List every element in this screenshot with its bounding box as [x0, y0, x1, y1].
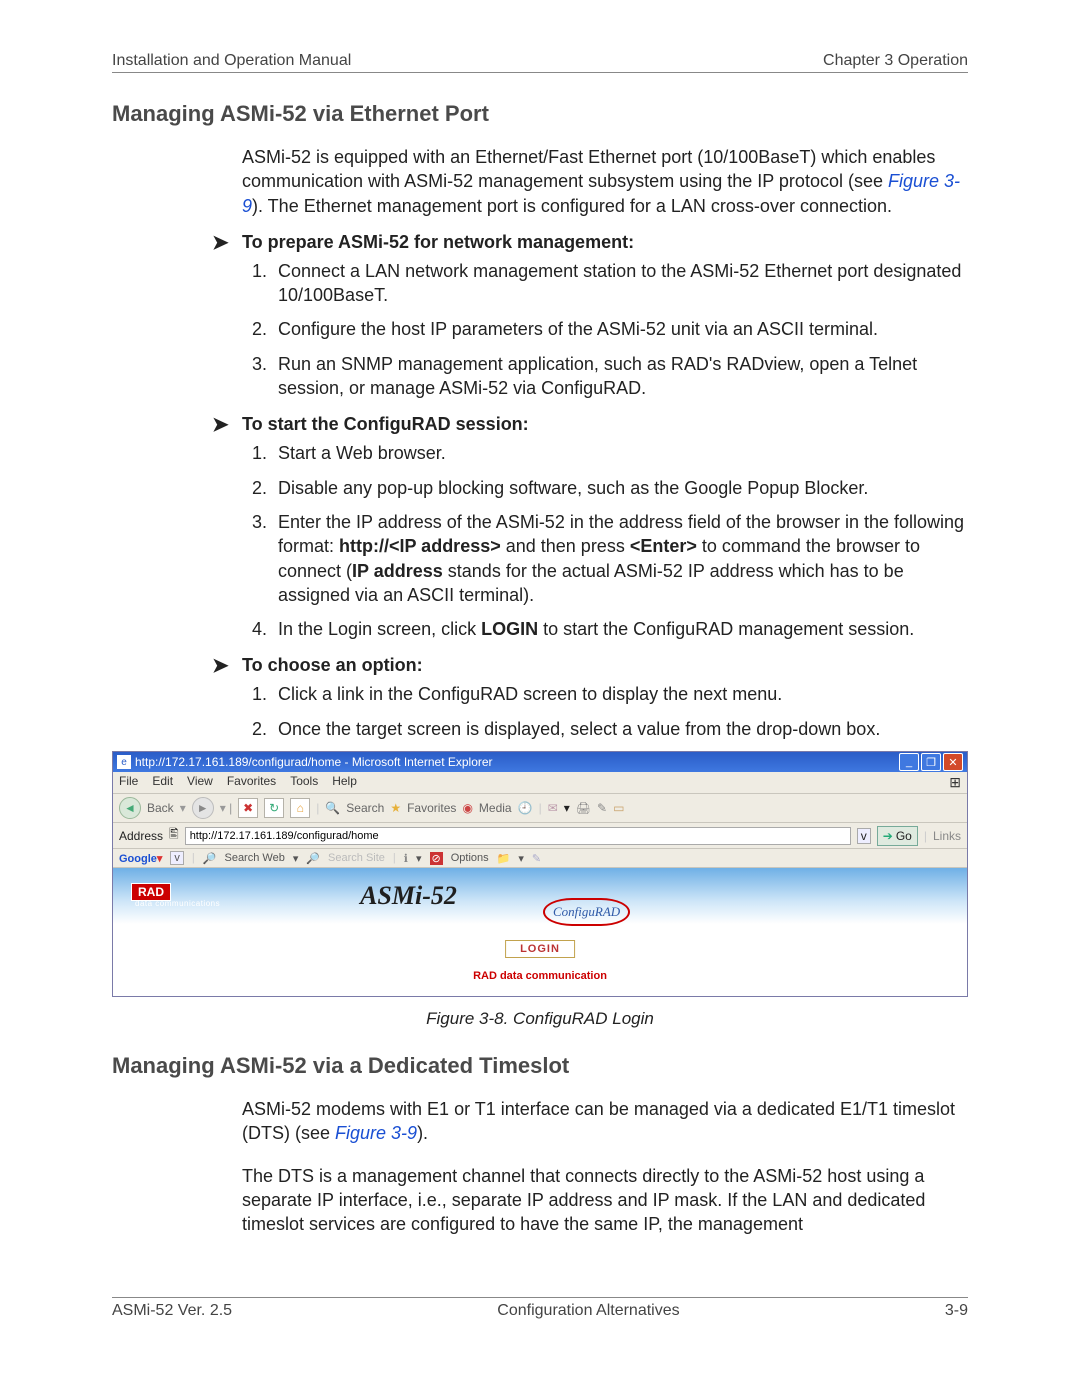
address-input[interactable]	[185, 827, 851, 845]
google-logo[interactable]: Google▾	[119, 852, 162, 865]
history-icon[interactable]: 🕘	[518, 801, 533, 815]
proc1-step: Configure the host IP parameters of the …	[272, 317, 968, 341]
search-web-icon[interactable]: 🔎	[203, 852, 217, 865]
figure-link-3-9b[interactable]: Figure 3-9	[335, 1123, 417, 1143]
media-label[interactable]: Media	[479, 801, 512, 815]
proc2-step: Enter the IP address of the ASMi-52 in t…	[272, 510, 968, 607]
print-icon[interactable]: 🖨	[576, 801, 591, 815]
mail-icon[interactable]: ✉	[548, 801, 558, 815]
section2-p2: The DTS is a management channel that con…	[242, 1164, 968, 1237]
folder-icon[interactable]: 📁	[497, 852, 511, 865]
home-button[interactable]: ⌂	[290, 798, 310, 818]
search-web-label[interactable]: Search Web	[224, 852, 284, 864]
menu-help[interactable]: Help	[332, 774, 357, 791]
options-label[interactable]: Options	[451, 852, 489, 864]
edit-icon[interactable]: ✎	[597, 801, 607, 815]
go-button[interactable]: ➔Go	[877, 826, 918, 846]
media-icon[interactable]: ◉	[462, 801, 472, 815]
ie-page-icon: e	[117, 755, 131, 769]
google-search-dropdown[interactable]: v	[170, 851, 184, 865]
header-left: Installation and Operation Manual	[112, 52, 351, 70]
proc3-step: Click a link in the ConfiguRAD screen to…	[272, 682, 968, 706]
forward-button[interactable]: ►	[192, 797, 214, 819]
proc2-step: In the Login screen, click LOGIN to star…	[272, 617, 968, 641]
proc2-title: To start the ConfiguRAD session:	[242, 414, 529, 435]
ie-toolbar: ◄ Back ▾ ► ▾ | ✖ ↻ ⌂ | 🔍 Search ★ Favori…	[113, 794, 967, 823]
page-content: RAD data communications ASMi-52 ConfiguR…	[113, 868, 967, 996]
menu-tools[interactable]: Tools	[290, 774, 318, 791]
footer-left: ASMi-52 Ver. 2.5	[112, 1302, 232, 1320]
rad-sublabel: data communications	[135, 899, 220, 908]
address-dropdown-icon[interactable]: v	[857, 828, 871, 844]
proc2-step: Start a Web browser.	[272, 441, 968, 465]
search-icon[interactable]: 🔍	[325, 801, 340, 815]
google-toolbar: Google▾ v | 🔎 Search Web ▾ 🔎 Search Site…	[113, 849, 967, 868]
favorites-label[interactable]: Favorites	[407, 801, 456, 815]
configurad-label: ConfiguRAD	[543, 898, 630, 926]
section2-title: Managing ASMi-52 via a Dedicated Timeslo…	[112, 1053, 968, 1079]
address-label: Address	[119, 829, 163, 843]
proc3-step: Once the target screen is displayed, sel…	[272, 717, 968, 741]
favorites-icon[interactable]: ★	[390, 801, 401, 815]
login-button[interactable]: LOGIN	[505, 940, 575, 958]
footer-center: Configuration Alternatives	[497, 1302, 679, 1320]
menu-view[interactable]: View	[187, 774, 213, 791]
arrow-icon: ➤	[212, 655, 242, 676]
section2-p1: ASMi-52 modems with E1 or T1 interface c…	[242, 1097, 968, 1146]
proc1-step: Connect a LAN network management station…	[272, 259, 968, 308]
close-button[interactable]: ✕	[943, 753, 963, 771]
discuss-icon[interactable]: ▭	[613, 801, 624, 815]
arrow-icon: ➤	[212, 414, 242, 435]
ie-titlebar: e http://172.17.161.189/configurad/home …	[113, 752, 967, 772]
links-label[interactable]: Links	[933, 829, 961, 843]
figure-caption: Figure 3-8. ConfiguRAD Login	[112, 1009, 968, 1029]
section1-title: Managing ASMi-52 via Ethernet Port	[112, 101, 968, 127]
stop-button[interactable]: ✖	[238, 798, 258, 818]
windows-flag-icon: ⊞	[949, 774, 961, 791]
maximize-button[interactable]: ❐	[921, 753, 941, 771]
ie-title-text: http://172.17.161.189/configurad/home - …	[135, 755, 493, 769]
info-icon[interactable]: ℹ	[404, 852, 408, 865]
refresh-button[interactable]: ↻	[264, 798, 284, 818]
section1-intro: ASMi-52 is equipped with an Ethernet/Fas…	[242, 145, 968, 218]
menu-favorites[interactable]: Favorites	[227, 774, 276, 791]
asmi-title: ASMi-52	[360, 881, 457, 911]
rad-logo: RAD	[131, 883, 171, 901]
back-label: Back	[147, 801, 174, 815]
header-right: Chapter 3 Operation	[823, 52, 968, 70]
page-icon: 🖺	[169, 825, 179, 846]
ie-menu-bar: File Edit View Favorites Tools Help ⊞	[113, 772, 967, 794]
back-button[interactable]: ◄	[119, 797, 141, 819]
menu-file[interactable]: File	[119, 774, 138, 791]
ie-address-bar: Address 🖺 v ➔Go | Links	[113, 823, 967, 849]
proc1-step: Run an SNMP management application, such…	[272, 352, 968, 401]
footer-right: 3-9	[945, 1302, 968, 1320]
search-site-label: Search Site	[328, 852, 385, 864]
proc3-title: To choose an option:	[242, 655, 423, 676]
ie-window: e http://172.17.161.189/configurad/home …	[112, 751, 968, 997]
menu-edit[interactable]: Edit	[152, 774, 173, 791]
search-label[interactable]: Search	[346, 801, 384, 815]
proc2-step: Disable any pop-up blocking software, su…	[272, 476, 968, 500]
highlight-icon[interactable]: ✎	[532, 852, 541, 865]
minimize-button[interactable]: _	[899, 753, 919, 771]
proc1-title: To prepare ASMi-52 for network managemen…	[242, 232, 634, 253]
rad-data-label: RAD data communication	[473, 970, 607, 982]
search-site-icon[interactable]: 🔎	[306, 852, 320, 865]
blocked-icon[interactable]: ⊘	[430, 852, 443, 865]
arrow-icon: ➤	[212, 232, 242, 253]
